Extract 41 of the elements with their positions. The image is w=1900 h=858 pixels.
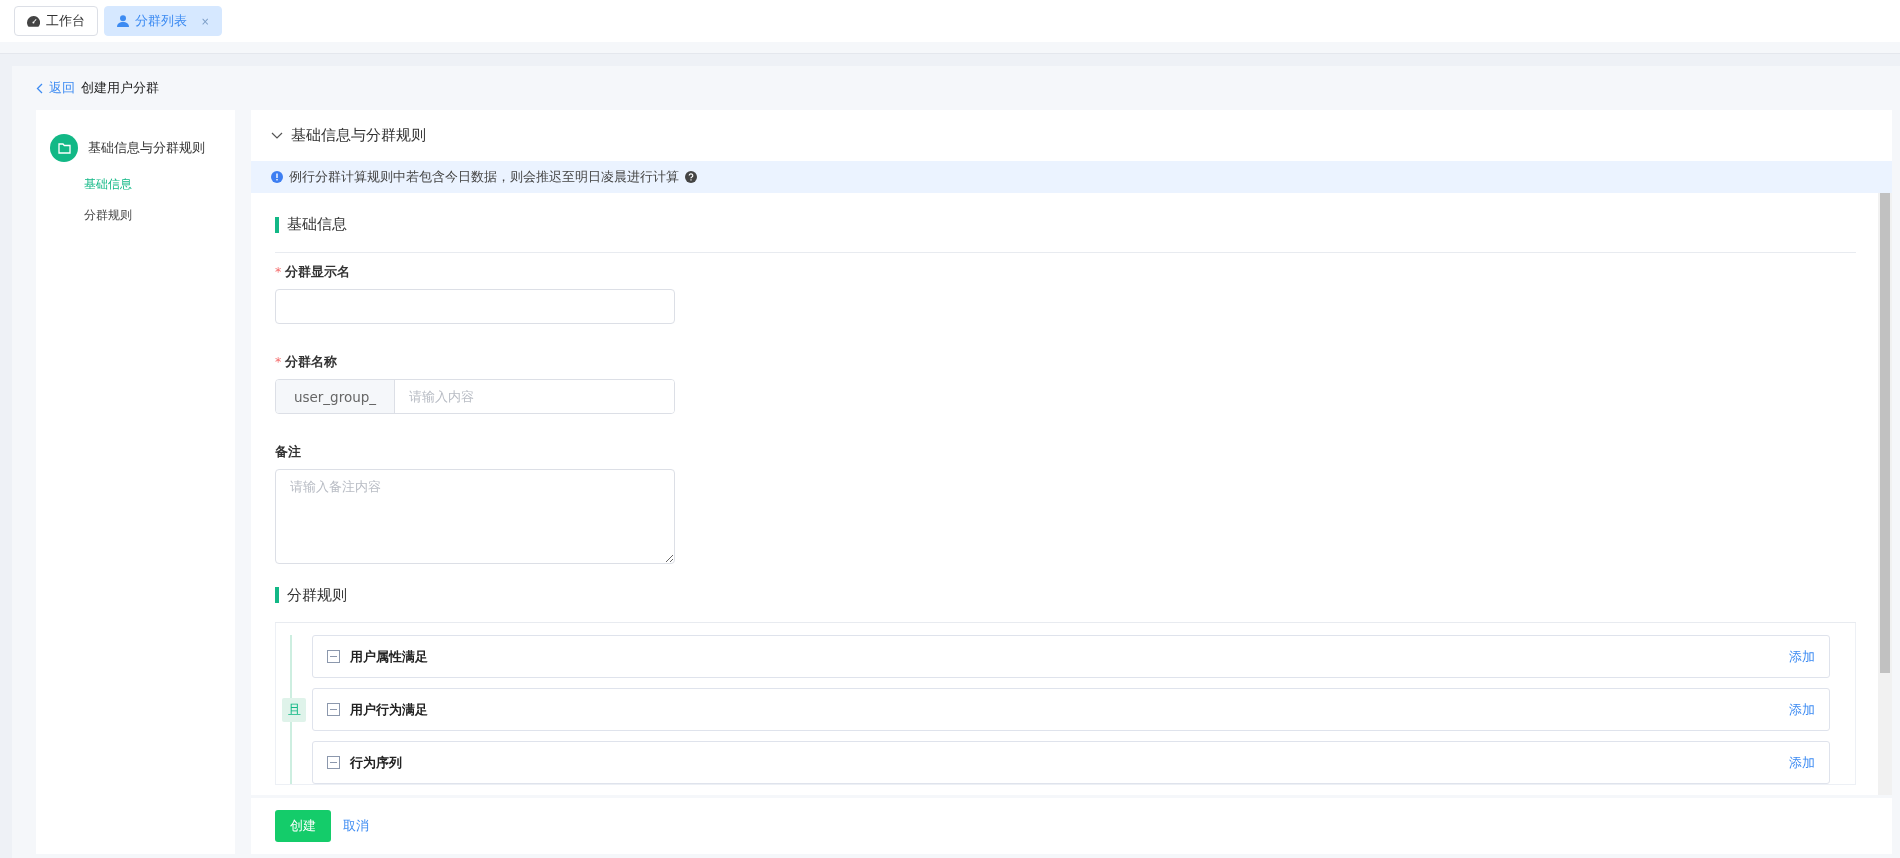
input-prefix: user_group_ <box>276 380 395 413</box>
section-title: 基础信息 <box>287 215 347 234</box>
input-field[interactable]: user_group_ 请输入内容 <box>275 379 675 414</box>
collapse-icon[interactable] <box>327 703 340 716</box>
add-link[interactable]: 添加 <box>1789 700 1815 719</box>
required-mark: * <box>275 354 282 371</box>
input-field[interactable] <box>275 289 675 324</box>
field-label: 分群显示名 <box>285 264 351 281</box>
section-title: 分群规则 <box>287 585 347 605</box>
collapse-header[interactable]: 基础信息与分群规则 <box>251 110 1892 161</box>
rule-group-title: 用户行为满足 <box>350 700 429 719</box>
user-icon <box>117 15 129 27</box>
scrollbar[interactable] <box>1878 193 1892 795</box>
page-title: 创建用户分群 <box>81 79 159 97</box>
collapse-icon[interactable] <box>327 650 340 663</box>
field-label: 分群名称 <box>285 354 338 371</box>
step-item[interactable]: 基础信息 <box>84 176 235 193</box>
dashboard-icon <box>27 15 40 27</box>
info-icon <box>271 171 283 183</box>
notice-text: 例行分群计算规则中若包含今日数据，则会推迟至明日凌晨进行计算 <box>289 168 679 186</box>
tab[interactable]: 分群列表 × <box>104 6 223 36</box>
rule-group-title: 用户属性满足 <box>350 647 429 666</box>
add-link[interactable]: 添加 <box>1789 647 1815 666</box>
collapse-icon[interactable] <box>327 756 340 769</box>
textarea-field[interactable]: 请输入备注内容 <box>275 469 675 564</box>
tab[interactable]: 工作台 <box>14 6 98 36</box>
rule-group-title: 行为序列 <box>350 753 403 772</box>
back-link[interactable]: 返回 <box>36 79 75 97</box>
field-label: 备注 <box>275 444 301 461</box>
chevron-icon <box>271 132 283 139</box>
and-connector[interactable]: 且 <box>282 697 306 722</box>
cancel-link[interactable]: 取消 <box>343 817 369 835</box>
add-link[interactable]: 添加 <box>1789 753 1815 772</box>
help-icon[interactable] <box>685 171 697 183</box>
folder-icon <box>50 134 78 162</box>
step-item[interactable]: 分群规则 <box>84 207 235 224</box>
create-button[interactable]: 创建 <box>275 810 331 842</box>
chevron-left-icon <box>36 82 43 94</box>
step-title: 基础信息与分群规则 <box>88 139 205 157</box>
close-icon[interactable]: × <box>201 15 210 27</box>
required-mark: * <box>275 264 282 281</box>
